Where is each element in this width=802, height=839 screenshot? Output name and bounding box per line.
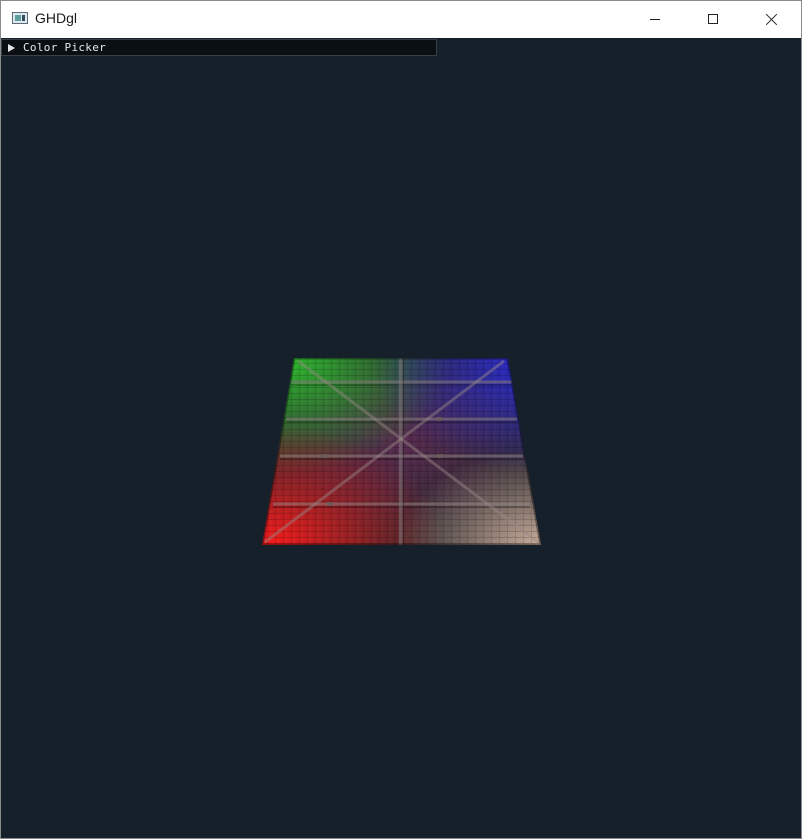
close-button[interactable] <box>742 1 800 38</box>
minimize-icon <box>650 19 660 20</box>
collapse-arrow-icon[interactable] <box>8 44 15 52</box>
color-picker-title[interactable]: Color Picker <box>23 41 106 54</box>
minimize-button[interactable] <box>626 1 684 38</box>
window-title: GHDgl <box>35 10 78 26</box>
textured-quad <box>262 358 541 545</box>
render-viewport[interactable]: Color Picker <box>1 38 801 838</box>
maximize-button[interactable] <box>684 1 742 38</box>
title-bar[interactable]: GHDgl <box>1 1 801 38</box>
close-icon <box>765 13 778 26</box>
app-window: GHDgl Color Picker <box>0 0 802 839</box>
scene-canvas <box>262 358 541 545</box>
app-window-icon <box>12 12 28 24</box>
maximize-icon <box>708 14 718 24</box>
color-picker-panel[interactable]: Color Picker <box>1 39 437 56</box>
